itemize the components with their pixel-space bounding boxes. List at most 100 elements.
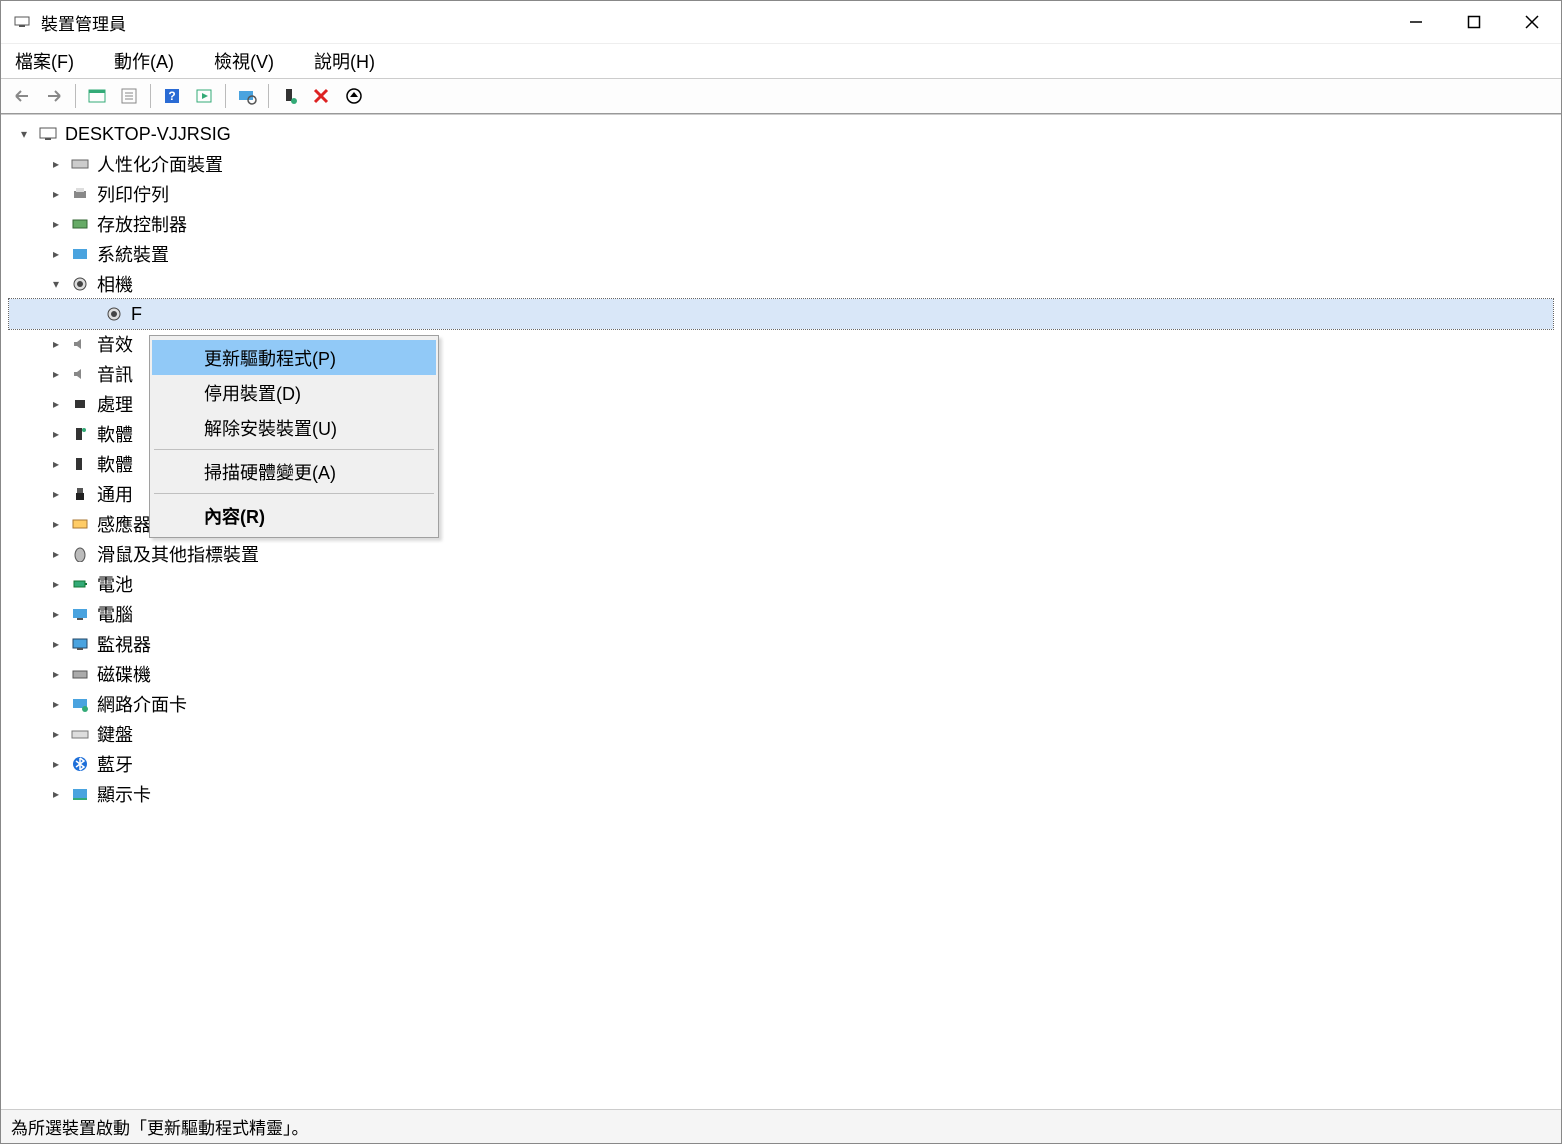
tree-item-label: 音效 [97,331,133,357]
menu-file[interactable]: 檔案(F) [9,44,80,78]
show-hide-tree-button[interactable] [82,82,112,110]
audio-icon [69,363,91,385]
tree-category[interactable]: ▸ 顯示卡 [9,779,1553,809]
chevron-right-icon[interactable]: ▸ [47,335,65,353]
ctx-label: 內容(R) [204,503,265,529]
computer-icon [37,123,59,145]
chevron-right-icon[interactable]: ▸ [47,605,65,623]
system-device-icon [69,243,91,265]
ctx-label: 停用裝置(D) [204,380,301,406]
tree-category[interactable]: ▸ 系統裝置 [9,239,1553,269]
action-button[interactable] [189,82,219,110]
uninstall-device-button[interactable] [307,82,337,110]
tree-category-camera[interactable]: ▾ 相機 [9,269,1553,299]
camera-icon [103,303,125,325]
ctx-separator [154,493,434,494]
chevron-right-icon[interactable]: ▸ [47,215,65,233]
sensor-icon [69,513,91,535]
usb-icon [69,483,91,505]
tree-category[interactable]: ▸ 電池 [9,569,1553,599]
hid-icon [69,153,91,175]
chevron-right-icon[interactable]: ▸ [47,185,65,203]
tree-item-label: 藍牙 [97,751,133,777]
tree-item-label: 電腦 [97,601,133,627]
close-button[interactable] [1503,1,1561,44]
chevron-right-icon[interactable]: ▸ [47,755,65,773]
chevron-right-icon[interactable]: ▸ [47,365,65,383]
toolbar: ? [1,78,1561,114]
tree-item-label: 滑鼠及其他指標裝置 [97,541,259,567]
software-icon [69,453,91,475]
context-menu: 更新驅動程式(P) 停用裝置(D) 解除安裝裝置(U) 掃描硬體變更(A) 內容… [149,335,439,538]
chevron-right-icon[interactable]: ▸ [47,695,65,713]
device-tree[interactable]: ▾ DESKTOP-VJJRSIG ▸ 人性化介面裝置 ▸ 列印佇列 ▸ 存放控… [1,114,1561,1109]
ctx-uninstall-device[interactable]: 解除安裝裝置(U) [152,410,436,445]
tree-item-label: 磁碟機 [97,661,151,687]
disk-icon [69,663,91,685]
tree-category[interactable]: ▸ 存放控制器 [9,209,1553,239]
chevron-down-icon[interactable]: ▾ [15,125,33,143]
tree-category[interactable]: ▸ 磁碟機 [9,659,1553,689]
chevron-right-icon[interactable]: ▸ [47,665,65,683]
window-title: 裝置管理員 [41,10,126,35]
bluetooth-icon [69,753,91,775]
menu-view[interactable]: 檢視(V) [208,44,280,78]
tree-category[interactable]: ▸ 鍵盤 [9,719,1553,749]
chevron-right-icon[interactable]: ▸ [47,515,65,533]
keyboard-icon [69,723,91,745]
tree-category[interactable]: ▸ 人性化介面裝置 [9,149,1553,179]
tree-root[interactable]: ▾ DESKTOP-VJJRSIG [9,119,1553,149]
tree-item-label: 電池 [97,571,133,597]
help-button[interactable]: ? [157,82,187,110]
chevron-right-icon[interactable]: ▸ [47,155,65,173]
properties-button[interactable] [114,82,144,110]
chevron-right-icon[interactable]: ▸ [47,725,65,743]
svg-text:?: ? [168,89,175,103]
statusbar: 為所選裝置啟動「更新驅動程式精靈」。 [1,1109,1561,1143]
battery-icon [69,573,91,595]
chevron-right-icon[interactable]: ▸ [47,635,65,653]
ctx-update-driver[interactable]: 更新驅動程式(P) [152,340,436,375]
chevron-right-icon[interactable]: ▸ [47,455,65,473]
nav-back-button[interactable] [7,82,37,110]
chevron-right-icon[interactable]: ▸ [47,245,65,263]
tree-item-label: 列印佇列 [97,181,169,207]
tree-item-label: 人性化介面裝置 [97,151,223,177]
app-icon [11,11,33,33]
chevron-right-icon[interactable]: ▸ [47,485,65,503]
printer-icon [69,183,91,205]
tree-category[interactable]: ▸ 網路介面卡 [9,689,1553,719]
nav-forward-button[interactable] [39,82,69,110]
tree-category[interactable]: ▸ 滑鼠及其他指標裝置 [9,539,1553,569]
ctx-scan-hardware[interactable]: 掃描硬體變更(A) [152,454,436,489]
menu-action[interactable]: 動作(A) [108,44,180,78]
tree-category[interactable]: ▸ 監視器 [9,629,1553,659]
chevron-right-icon[interactable]: ▸ [47,395,65,413]
maximize-button[interactable] [1445,1,1503,44]
menu-help[interactable]: 說明(H) [308,44,381,78]
ctx-properties[interactable]: 內容(R) [152,498,436,533]
ctx-separator [154,449,434,450]
enable-device-button[interactable] [275,82,305,110]
tree-item-label: 顯示卡 [97,781,151,807]
chevron-right-icon[interactable]: ▸ [47,425,65,443]
mouse-icon [69,543,91,565]
update-driver-button[interactable] [339,82,369,110]
scan-hardware-button[interactable] [232,82,262,110]
chevron-right-icon[interactable]: ▸ [47,575,65,593]
cpu-icon [69,393,91,415]
ctx-disable-device[interactable]: 停用裝置(D) [152,375,436,410]
tree-category[interactable]: ▸ 列印佇列 [9,179,1553,209]
tree-item-label: 軟體 [97,451,133,477]
tree-item-label: 鍵盤 [97,721,133,747]
monitor-icon [69,633,91,655]
chevron-right-icon[interactable]: ▸ [47,785,65,803]
storage-controller-icon [69,213,91,235]
tree-category[interactable]: ▸ 藍牙 [9,749,1553,779]
chevron-right-icon[interactable]: ▸ [47,545,65,563]
minimize-button[interactable] [1387,1,1445,44]
tree-device-camera-child[interactable]: F [9,299,1553,329]
chevron-down-icon[interactable]: ▾ [47,275,65,293]
tree-category[interactable]: ▸ 電腦 [9,599,1553,629]
computer-icon [69,603,91,625]
